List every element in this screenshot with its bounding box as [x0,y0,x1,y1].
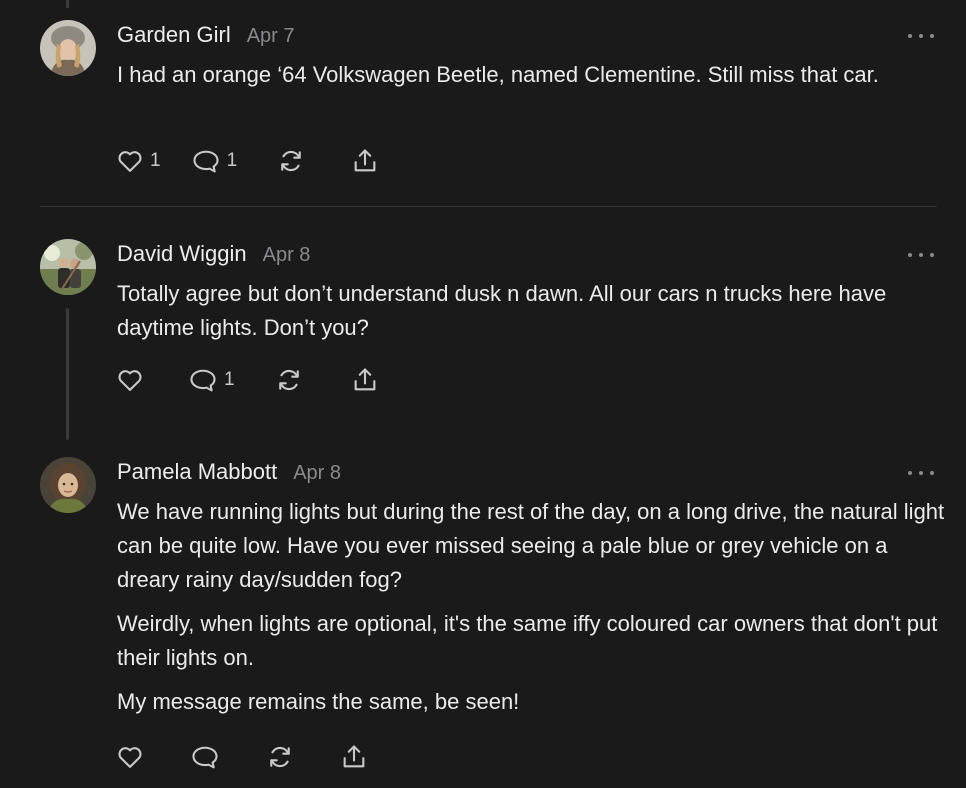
reply-button[interactable]: 1 [188,366,235,394]
like-button[interactable] [116,743,144,771]
comment-header: David Wiggin Apr 8 [117,241,310,267]
share-icon [343,745,365,768]
reply-count: 1 [224,369,235,390]
comment-paragraph: Weirdly, when lights are optional, it's … [117,611,938,670]
avatar-photo [40,457,96,513]
comment-body: I had an orange ‘64 Volkswagen Beetle, n… [117,58,947,102]
share-button[interactable] [351,366,379,394]
comment-date[interactable]: Apr 8 [293,462,341,485]
more-options-icon[interactable] [908,248,934,262]
comment-paragraph: My message remains the same, be seen! [117,689,520,714]
avatar[interactable] [40,457,96,513]
comment-header: Garden Girl Apr 7 [117,22,295,48]
avatar[interactable] [40,20,96,76]
share-button[interactable] [340,743,368,771]
comment-paragraph: We have running lights but during the re… [117,499,945,592]
comment-paragraph: I had an orange ‘64 Volkswagen Beetle, n… [117,62,879,87]
avatar[interactable] [40,239,96,295]
comment-body: We have running lights but during the re… [117,495,947,729]
like-button[interactable] [116,366,150,394]
comment-actions [116,742,368,772]
comment-bubble-icon [190,369,216,392]
heart-icon [118,747,142,768]
avatar-photo [40,239,96,295]
comment-date[interactable]: Apr 8 [263,244,311,267]
comment-bubble-icon [192,746,218,769]
comment-actions: 1 [116,365,379,395]
share-button[interactable] [351,147,379,175]
like-count: 1 [150,150,161,171]
restack-icon [281,150,301,172]
heart-icon [118,370,142,391]
like-button[interactable]: 1 [116,147,161,175]
comment-header: Pamela Mabbott Apr 8 [117,459,341,485]
restack-button[interactable] [277,147,305,175]
more-options-icon[interactable] [908,466,934,480]
divider [40,206,937,207]
reply-button[interactable] [190,743,220,771]
reply-button[interactable]: 1 [191,147,238,175]
author-name[interactable]: David Wiggin [117,241,247,267]
comment-paragraph: Totally agree but don’t understand dusk … [117,281,887,340]
thread-line [66,308,69,440]
more-options-icon[interactable] [908,29,934,43]
comments-page: Garden Girl Apr 7 I had an orange ‘64 Vo… [0,0,966,788]
reply-count: 1 [226,150,238,171]
share-icon [354,149,376,172]
restack-icon [278,369,299,391]
thread-line [66,0,69,8]
heart-icon [118,151,142,172]
avatar-photo [40,20,96,76]
author-name[interactable]: Garden Girl [117,22,231,48]
comment-date[interactable]: Apr 7 [247,25,295,48]
comment-actions: 1 1 [116,146,379,176]
share-icon [354,368,375,391]
author-name[interactable]: Pamela Mabbott [117,459,277,485]
comment-body: Totally agree but don’t understand dusk … [117,277,947,355]
restack-icon [270,746,290,768]
comment-bubble-icon [193,150,219,173]
restack-button[interactable] [266,743,294,771]
restack-button[interactable] [275,366,303,394]
